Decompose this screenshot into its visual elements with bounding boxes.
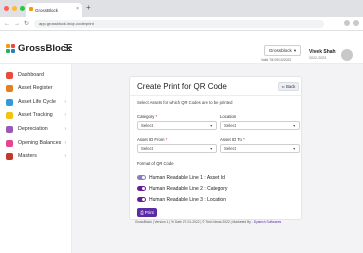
qr-print-card: Create Print for QR Code ⇐ Back Select A…	[129, 76, 303, 220]
chevron-right-icon: ›	[64, 153, 66, 159]
tracking-icon	[6, 111, 13, 119]
user-name: Vivek Shah	[309, 49, 336, 55]
toggle-label: Human Readable Line 3 : Location	[149, 196, 226, 203]
location-select[interactable]: Select ▼	[220, 121, 300, 130]
sidebar-item-opening-balances[interactable]: Opening Balances ›	[6, 138, 68, 148]
back-label: Back	[286, 84, 296, 89]
chevron-right-icon: ›	[64, 140, 66, 146]
chevron-right-icon: ›	[64, 99, 66, 105]
extension-icon[interactable]	[344, 20, 350, 26]
dashboard-icon	[6, 71, 13, 79]
asset-id-to-select[interactable]: Select ▼	[220, 144, 300, 153]
sidebar-item-asset-tracking[interactable]: Asset Tracking ›	[6, 110, 68, 120]
sidebar: Dashboard Asset Register Asset Life Cycl…	[0, 64, 72, 253]
app-header: GrossBlock Grossblock ▾ Valid Till 09/10…	[0, 31, 363, 64]
asset-id-from-select[interactable]: Select ▼	[137, 144, 217, 153]
sidebar-item-asset-life-cycle[interactable]: Asset Life Cycle ›	[6, 97, 68, 107]
company-selector[interactable]: Grossblock ▾	[264, 45, 301, 56]
sidebar-item-dashboard[interactable]: Dashboard	[6, 70, 68, 80]
depreciation-icon	[6, 125, 13, 133]
footer: GrossBlock | Version 1 | % Date 27-01-20…	[135, 220, 281, 224]
required-mark: *	[165, 137, 168, 142]
brand-logo[interactable]: GrossBlock	[6, 43, 71, 54]
close-window-icon[interactable]	[4, 6, 9, 11]
required-mark: *	[243, 137, 245, 142]
validity-text: Valid Till 09/10/2022	[261, 58, 292, 62]
chevron-right-icon: ›	[64, 126, 66, 132]
tab-title: GrossBlock	[35, 7, 59, 13]
location-label: Location	[220, 114, 237, 119]
logo-mark-icon	[6, 44, 15, 53]
toggle-switch[interactable]	[137, 197, 146, 202]
sidebar-item-label: Asset Register	[18, 85, 53, 91]
browser-tab[interactable]: GrossBlock ×	[26, 3, 82, 17]
form-instructions: Select Assets for which QR Codes are to …	[137, 100, 233, 105]
chevron-down-icon: ▼	[292, 124, 296, 128]
marketer-link[interactable]: Dystech Softwares	[254, 220, 281, 224]
maximize-window-icon[interactable]	[20, 6, 25, 11]
chevron-down-icon: ▼	[209, 147, 213, 151]
sidebar-item-label: Depreciation	[18, 126, 48, 132]
asset-id-to-label: Asset ID To *	[220, 137, 245, 142]
tab-close-icon[interactable]: ×	[76, 6, 79, 12]
print-label: Print	[144, 210, 154, 215]
toggle-line-3[interactable]: Human Readable Line 3 : Location	[137, 196, 226, 203]
balances-icon	[6, 139, 13, 147]
minimize-window-icon[interactable]	[12, 6, 17, 11]
browser-tabbar: GrossBlock × +	[0, 0, 363, 17]
toggle-line-1[interactable]: Human Readable Line 1 : Asset Id	[137, 174, 225, 181]
printer-icon: ⎙	[140, 210, 144, 215]
url-input[interactable]: app.grossblock.in/qr-code/print	[34, 20, 324, 28]
back-button[interactable]: ⇐ Back	[278, 82, 299, 91]
category-select[interactable]: Select ▼	[137, 121, 217, 130]
sidebar-item-masters[interactable]: Masters ›	[6, 151, 68, 161]
toggle-line-2[interactable]: Human Readable Line 2 : Category	[137, 185, 227, 192]
new-tab-button[interactable]: +	[86, 3, 91, 13]
footer-text: GrossBlock | Version 1 | % Date 27-01-20…	[135, 220, 253, 224]
browser-extensions	[344, 20, 359, 26]
profile-icon[interactable]	[353, 20, 359, 26]
fiscal-year: 2022-2023	[309, 56, 327, 60]
chevron-down-icon: ▼	[209, 124, 213, 128]
format-label: Format of QR Code	[137, 161, 174, 166]
favicon-icon	[29, 7, 33, 11]
sidebar-item-asset-register[interactable]: Asset Register	[6, 83, 68, 93]
nav-buttons: ← → ↻	[4, 20, 29, 28]
toggle-label: Human Readable Line 1 : Asset Id	[149, 174, 225, 181]
asset-id-from-label: Asset ID From *	[137, 137, 168, 142]
masters-icon	[6, 152, 13, 160]
lifecycle-icon	[6, 98, 13, 106]
register-icon	[6, 84, 13, 92]
company-name: Grossblock	[268, 48, 292, 53]
reload-icon[interactable]: ↻	[24, 20, 29, 28]
address-bar-row: ← → ↻ app.grossblock.in/qr-code/print	[0, 17, 363, 31]
category-label: Category *	[137, 114, 158, 119]
chevron-down-icon: ▾	[293, 47, 297, 53]
user-info[interactable]: Vivek Shah 2022-2023	[309, 49, 336, 60]
menu-toggle-icon[interactable]	[64, 44, 72, 51]
chevron-right-icon: ›	[64, 112, 66, 118]
sidebar-item-label: Opening Balances	[18, 140, 62, 146]
sidebar-item-label: Asset Life Cycle	[18, 99, 56, 105]
sidebar-item-label: Dashboard	[18, 72, 44, 78]
chevron-down-icon: ▼	[292, 147, 296, 151]
required-mark: *	[155, 114, 158, 119]
sidebar-item-label: Masters	[18, 153, 37, 159]
back-icon: ⇐	[281, 84, 286, 89]
page-title: Create Print for QR Code	[137, 82, 227, 91]
sidebar-item-label: Asset Tracking	[18, 112, 53, 118]
toggle-switch[interactable]	[137, 175, 146, 180]
forward-arrow-icon[interactable]: →	[14, 20, 20, 28]
window-controls	[4, 6, 25, 11]
toggle-label: Human Readable Line 2 : Category	[149, 185, 228, 192]
divider	[130, 95, 303, 96]
toggle-switch[interactable]	[137, 186, 146, 191]
sidebar-item-depreciation[interactable]: Depreciation ›	[6, 124, 68, 134]
back-arrow-icon[interactable]: ←	[4, 20, 10, 28]
avatar[interactable]	[341, 49, 353, 61]
print-button[interactable]: ⎙ Print	[137, 208, 157, 217]
